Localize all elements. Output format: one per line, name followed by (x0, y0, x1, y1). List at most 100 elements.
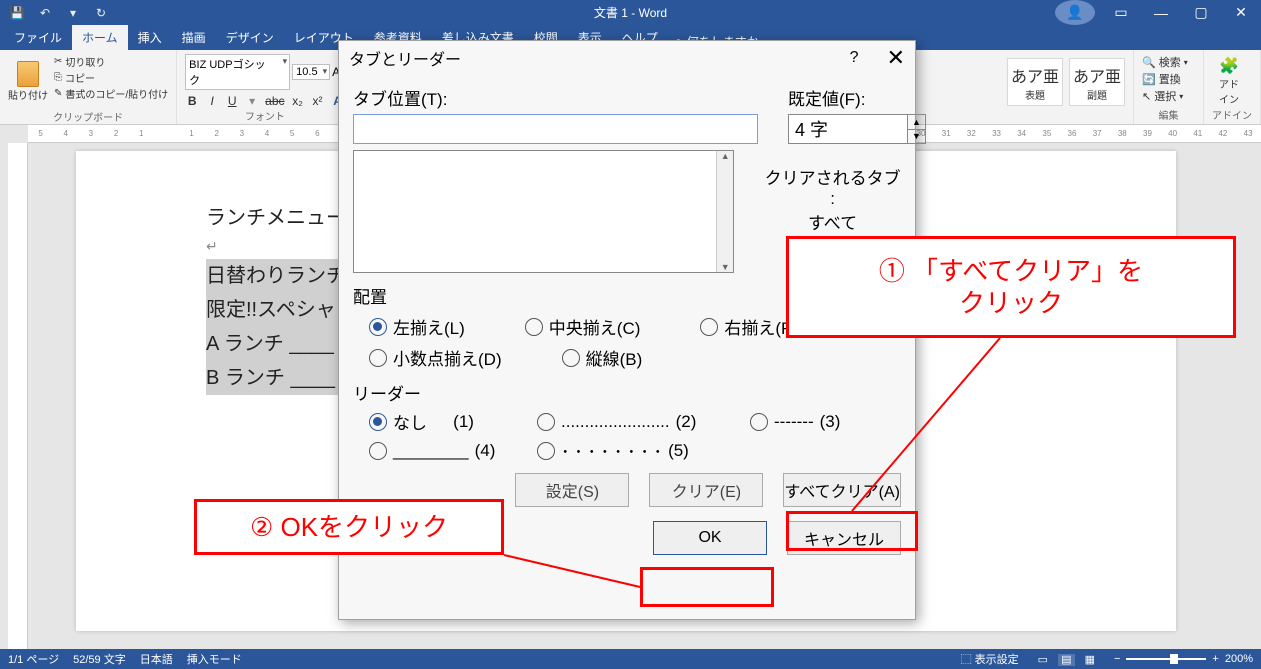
paste-button[interactable]: 貼り付け (8, 54, 48, 109)
font-size-select[interactable]: 10.5 (292, 64, 330, 80)
zoom-slider[interactable] (1126, 658, 1206, 660)
strike-button[interactable]: abc (265, 94, 284, 108)
zoom-level[interactable]: 200% (1225, 653, 1253, 665)
status-language[interactable]: 日本語 (140, 651, 173, 667)
vertical-ruler[interactable] (8, 143, 28, 649)
spinner-down-icon[interactable]: ▼ (908, 130, 925, 144)
minimize-icon[interactable]: — (1141, 0, 1181, 25)
copy-button[interactable]: ⎘コピー (54, 70, 168, 85)
leader-middots-radio[interactable]: ･ ･ ･ ･ ･ ･ ･ ･(5) (537, 438, 712, 463)
addin-button[interactable]: 🧩 アド イン (1212, 54, 1246, 107)
dialog-titlebar[interactable]: タブとリーダー ? ✕ (339, 41, 915, 75)
leader-none-radio[interactable]: なし (1) (369, 409, 499, 434)
cleared-tabs-value: すべて (764, 209, 901, 234)
tab-home[interactable]: ホーム (72, 25, 128, 50)
style-subtitle[interactable]: あア亜副題 (1069, 58, 1125, 106)
more-icon[interactable]: ▾ (62, 2, 84, 24)
tab-draw[interactable]: 描画 (172, 25, 216, 50)
style-title[interactable]: あア亜表題 (1007, 58, 1063, 106)
scissors-icon: ✂ (54, 56, 62, 67)
status-page[interactable]: 1/1 ページ (8, 651, 59, 667)
align-left-radio[interactable]: 左揃え(L) (369, 314, 465, 339)
underline-button[interactable]: U (225, 94, 239, 108)
close-icon[interactable]: ✕ (1221, 0, 1261, 25)
view-buttons: ▭ ▤ ▦ (1033, 653, 1100, 666)
font-group-label: フォント (185, 108, 344, 123)
editing-group: 🔍検索▾ 🔄置換 ↖選択▾ 編集 (1134, 50, 1204, 124)
superscript-button[interactable]: x² (311, 94, 325, 108)
leader-section-label: リーダー (353, 380, 901, 405)
align-bar-radio[interactable]: 縦線(B) (562, 345, 643, 370)
addin-group-label: アドイン (1212, 107, 1252, 122)
zoom-in-icon[interactable]: + (1212, 653, 1218, 665)
cancel-button[interactable]: キャンセル (787, 521, 901, 555)
tab-file[interactable]: ファイル (4, 25, 72, 50)
replace-icon: 🔄 (1142, 73, 1156, 86)
radio-on-icon (369, 318, 387, 336)
display-settings[interactable]: ⬚ 表示設定 (961, 651, 1019, 667)
dialog-close-icon[interactable]: ✕ (887, 45, 905, 71)
redo-icon[interactable]: ↻ (90, 2, 112, 24)
default-spinner[interactable]: ▲▼ (908, 114, 926, 144)
set-button[interactable]: 設定(S) (515, 473, 629, 507)
bold-button[interactable]: B (185, 94, 199, 108)
cut-button[interactable]: ✂切り取り (54, 54, 168, 69)
clear-button[interactable]: クリア(E) (649, 473, 763, 507)
zoom-controls: − + 200% (1114, 653, 1253, 665)
annotation-1: ① 「すべてクリア」を クリック (786, 236, 1236, 338)
radio-off-icon (700, 318, 718, 336)
clipboard-group: 貼り付け ✂切り取り ⎘コピー ✎書式のコピー/貼り付け クリップボード (0, 50, 177, 124)
italic-button[interactable]: I (205, 94, 219, 108)
spinner-up-icon[interactable]: ▲ (908, 115, 925, 130)
status-mode[interactable]: 挿入モード (187, 651, 242, 667)
subscript-button[interactable]: x₂ (291, 94, 305, 108)
leader-dots-radio[interactable]: .......................(2) (537, 412, 712, 432)
font-group: BIZ UDPゴシック 10.5 A B I U ▾ abc x₂ x² A フ… (177, 50, 353, 124)
find-button[interactable]: 🔍検索▾ (1142, 54, 1195, 70)
tab-insert[interactable]: 挿入 (128, 25, 172, 50)
view-print-icon[interactable]: ▤ (1058, 654, 1074, 666)
tab-list-scrollbar[interactable]: ▲▼ (716, 151, 733, 272)
leader-underline-radio[interactable]: ________(4) (369, 441, 499, 461)
maximize-icon[interactable]: ▢ (1181, 0, 1221, 25)
copy-icon: ⎘ (54, 72, 62, 83)
view-read-icon[interactable]: ▭ (1035, 654, 1051, 666)
display-icon: ⬚ (961, 654, 972, 666)
radio-off-icon (537, 442, 555, 460)
select-button[interactable]: ↖選択▾ (1142, 88, 1195, 104)
cleared-tabs-label: クリアされるタブ : (764, 164, 901, 209)
tab-position-label: タブ位置(T): (353, 85, 758, 110)
font-name-select[interactable]: BIZ UDPゴシック (185, 54, 290, 90)
clear-all-button[interactable]: すべてクリア(A) (783, 473, 901, 507)
ok-button[interactable]: OK (653, 521, 767, 555)
paste-label: 貼り付け (8, 87, 48, 102)
cursor-icon: ↖ (1142, 90, 1151, 103)
paste-icon (17, 61, 39, 87)
radio-off-icon (369, 442, 387, 460)
undo-icon[interactable]: ↶ (34, 2, 56, 24)
window-controls: 👤 ▭ — ▢ ✕ (1055, 0, 1261, 25)
zoom-out-icon[interactable]: − (1114, 653, 1120, 665)
align-right-radio[interactable]: 右揃え(R) (700, 314, 799, 339)
tab-stop-list[interactable]: ▲▼ (353, 150, 734, 273)
tab-position-input[interactable] (353, 114, 758, 144)
addin-group: 🧩 アド イン アドイン (1204, 50, 1261, 124)
replace-button[interactable]: 🔄置換 (1142, 71, 1195, 87)
default-label: 既定値(F): (788, 85, 926, 110)
align-decimal-radio[interactable]: 小数点揃え(D) (369, 345, 502, 370)
align-center-radio[interactable]: 中央揃え(C) (525, 314, 641, 339)
format-painter-button[interactable]: ✎書式のコピー/貼り付け (54, 86, 168, 101)
ribbon-display-icon[interactable]: ▭ (1101, 0, 1141, 25)
dialog-help-icon[interactable]: ? (850, 49, 859, 67)
clipboard-group-label: クリップボード (8, 109, 168, 124)
doc-line-3: 限定!!スペシャ (206, 293, 346, 327)
account-avatar-icon[interactable]: 👤 (1055, 0, 1095, 25)
status-word-count[interactable]: 52/59 文字 (73, 651, 126, 667)
save-icon[interactable]: 💾 (6, 2, 28, 24)
leader-dash-radio[interactable]: -------(3) (750, 412, 840, 432)
radio-on-icon (369, 413, 387, 431)
default-value-input[interactable]: 4 字 (788, 114, 908, 144)
view-web-icon[interactable]: ▦ (1082, 654, 1098, 666)
quick-access-toolbar: 💾 ↶ ▾ ↻ (0, 2, 118, 24)
tab-design[interactable]: デザイン (216, 25, 284, 50)
